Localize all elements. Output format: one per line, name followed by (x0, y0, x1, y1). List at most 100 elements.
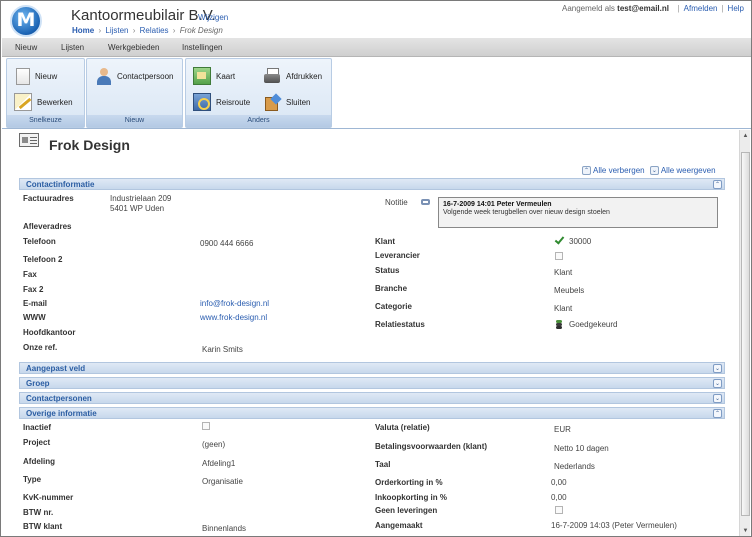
map-button[interactable]: Kaart (193, 66, 235, 86)
printer-icon (263, 67, 281, 85)
section-custom-field[interactable]: Aangepast veld ⌄ (19, 362, 725, 374)
supplier-label: Leverancier (375, 251, 420, 260)
invoice-address-line2: 5401 WP Uden (110, 204, 165, 213)
breadcrumb-lists[interactable]: Lijsten (105, 26, 128, 35)
email-label: E-mail (23, 299, 48, 308)
section-other-information[interactable]: Overige informatie ⌃ (19, 407, 725, 419)
ribbon-toolbar: Nieuw Bewerken Snelkeuze Contactpersoon … (2, 57, 751, 129)
menu-item-new[interactable]: Nieuw (15, 43, 37, 52)
no-deliveries-checkbox[interactable] (555, 506, 563, 514)
menu-item-settings[interactable]: Instellingen (182, 43, 222, 52)
breadcrumb-separator: › (172, 26, 176, 35)
breadcrumb-home[interactable]: Home (72, 26, 94, 35)
ribbon-group-label: Anders (186, 115, 331, 127)
currency-value: EUR (554, 425, 571, 434)
fax-label: Fax (23, 270, 37, 279)
payment-terms-label: Betalingsvoorwaarden (klant) (375, 442, 488, 451)
change-company-link[interactable]: Wijzigen (198, 13, 228, 22)
branch-value: Meubels (554, 286, 585, 295)
menu-item-lists[interactable]: Lijsten (61, 43, 84, 52)
vat-number-label: BTW nr. (23, 508, 54, 517)
status-label: Status (375, 266, 400, 275)
user-email: test@email.nl (617, 4, 669, 13)
expand-section-icon[interactable]: ⌄ (713, 364, 722, 373)
map-icon (193, 67, 211, 85)
breadcrumb-current: Frok Design (179, 26, 223, 35)
close-icon (263, 93, 281, 111)
email-link[interactable]: info@frok-design.nl (200, 299, 269, 308)
edit-pencil-icon (14, 93, 32, 111)
menu-item-workareas[interactable]: Werkgebieden (108, 43, 159, 52)
expand-section-icon[interactable]: ⌄ (713, 379, 722, 388)
relation-status-label: Relatiestatus (375, 320, 425, 329)
payment-terms-value: Netto 10 dagen (554, 444, 609, 453)
type-label: Type (23, 475, 42, 484)
hide-all-link[interactable]: Alle verbergen (593, 166, 645, 175)
breadcrumb-relations[interactable]: Relaties (140, 26, 169, 35)
traffic-light-icon (555, 320, 563, 330)
section-contact-information[interactable]: Contactinformatie ⌃ (19, 178, 725, 190)
invoice-address-line1: Industrielaan 209 (110, 194, 172, 203)
phone2-label: Telefoon 2 (23, 255, 63, 264)
new-button[interactable]: Nieuw (16, 66, 57, 86)
contact-person-button[interactable]: Contactpersoon (94, 66, 173, 86)
inactive-label: Inactief (23, 423, 52, 432)
route-button-label: Reisroute (216, 97, 251, 107)
breadcrumb-separator: › (132, 26, 136, 35)
vat-customer-label: BTW klant (23, 522, 63, 531)
section-group[interactable]: Groep ⌄ (19, 377, 725, 389)
edit-button[interactable]: Bewerken (14, 92, 73, 112)
map-button-label: Kaart (216, 71, 236, 81)
close-button[interactable]: Sluiten (263, 92, 310, 112)
ribbon-group-new: Contactpersoon Nieuw (86, 58, 183, 128)
app-logo-icon[interactable]: M (10, 5, 42, 37)
customer-number: 30000 (569, 237, 592, 246)
project-value: (geen) (202, 440, 226, 449)
show-all-link[interactable]: Alle weergeven (661, 166, 716, 175)
note-box: 16-7-2009 14:01 Peter Vermeulen Volgende… (438, 197, 718, 228)
supplier-checkbox[interactable] (555, 252, 563, 260)
our-reference-label: Onze ref. (23, 343, 58, 352)
collapse-section-icon[interactable]: ⌃ (713, 409, 722, 418)
inactive-checkbox[interactable] (202, 422, 210, 430)
vertical-scrollbar[interactable]: ▲ ▼ (739, 130, 750, 536)
order-discount-value: 0,00 (551, 478, 567, 487)
phone-value: 0900 444 6666 (200, 239, 254, 248)
section-title: Contactinformatie (26, 180, 95, 189)
logout-link[interactable]: Afmelden (684, 4, 718, 13)
new-button-label: Nieuw (35, 71, 58, 81)
section-title: Contactpersonen (26, 394, 92, 403)
help-link[interactable]: Help (728, 4, 744, 13)
view-toggle-links: ⌃ Alle verbergen ⌄ Alle weergeven (582, 166, 716, 176)
department-value: Afdeling1 (202, 459, 236, 468)
route-button[interactable]: Reisroute (193, 92, 250, 112)
scroll-down-icon[interactable]: ▼ (741, 526, 750, 536)
status-value: Klant (554, 268, 573, 277)
company-name: Kantoormeubilair B.V. (71, 7, 216, 24)
scrollbar-thumb[interactable] (741, 152, 750, 516)
collapse-section-icon[interactable]: ⌃ (713, 180, 722, 189)
logged-in-info: Aangemeld als test@email.nl (562, 4, 669, 13)
close-button-label: Sluiten (286, 97, 311, 107)
customer-checked-icon (554, 235, 564, 245)
created-label: Aangemaakt (375, 521, 423, 530)
section-contact-persons[interactable]: Contactpersonen ⌄ (19, 392, 725, 404)
delivery-address-label: Afleveradres (23, 222, 72, 231)
ribbon-group-label: Snelkeuze (7, 115, 84, 127)
print-button[interactable]: Afdrukken (263, 66, 322, 86)
website-label: WWW (23, 313, 46, 322)
category-value: Klant (554, 304, 573, 313)
scroll-up-icon[interactable]: ▲ (741, 131, 750, 141)
note-body: Volgende week terugbellen over nieuw des… (443, 209, 610, 216)
customer-label: Klant (375, 237, 395, 246)
print-button-label: Afdrukken (286, 71, 323, 81)
app-window: M Kantoormeubilair B.V. Wijzigen Home › … (0, 0, 752, 537)
edit-button-label: Bewerken (37, 97, 73, 107)
website-link[interactable]: www.frok-design.nl (200, 313, 267, 322)
order-discount-label: Orderkorting in % (375, 478, 443, 487)
ribbon-group-label: Nieuw (87, 115, 182, 127)
note-icon[interactable] (421, 198, 431, 206)
relation-detail-panel: Frok Design ⌃ Alle verbergen ⌄ Alle weerge… (2, 130, 740, 536)
ribbon-group-quick: Nieuw Bewerken Snelkeuze (6, 58, 85, 128)
expand-section-icon[interactable]: ⌄ (713, 394, 722, 403)
